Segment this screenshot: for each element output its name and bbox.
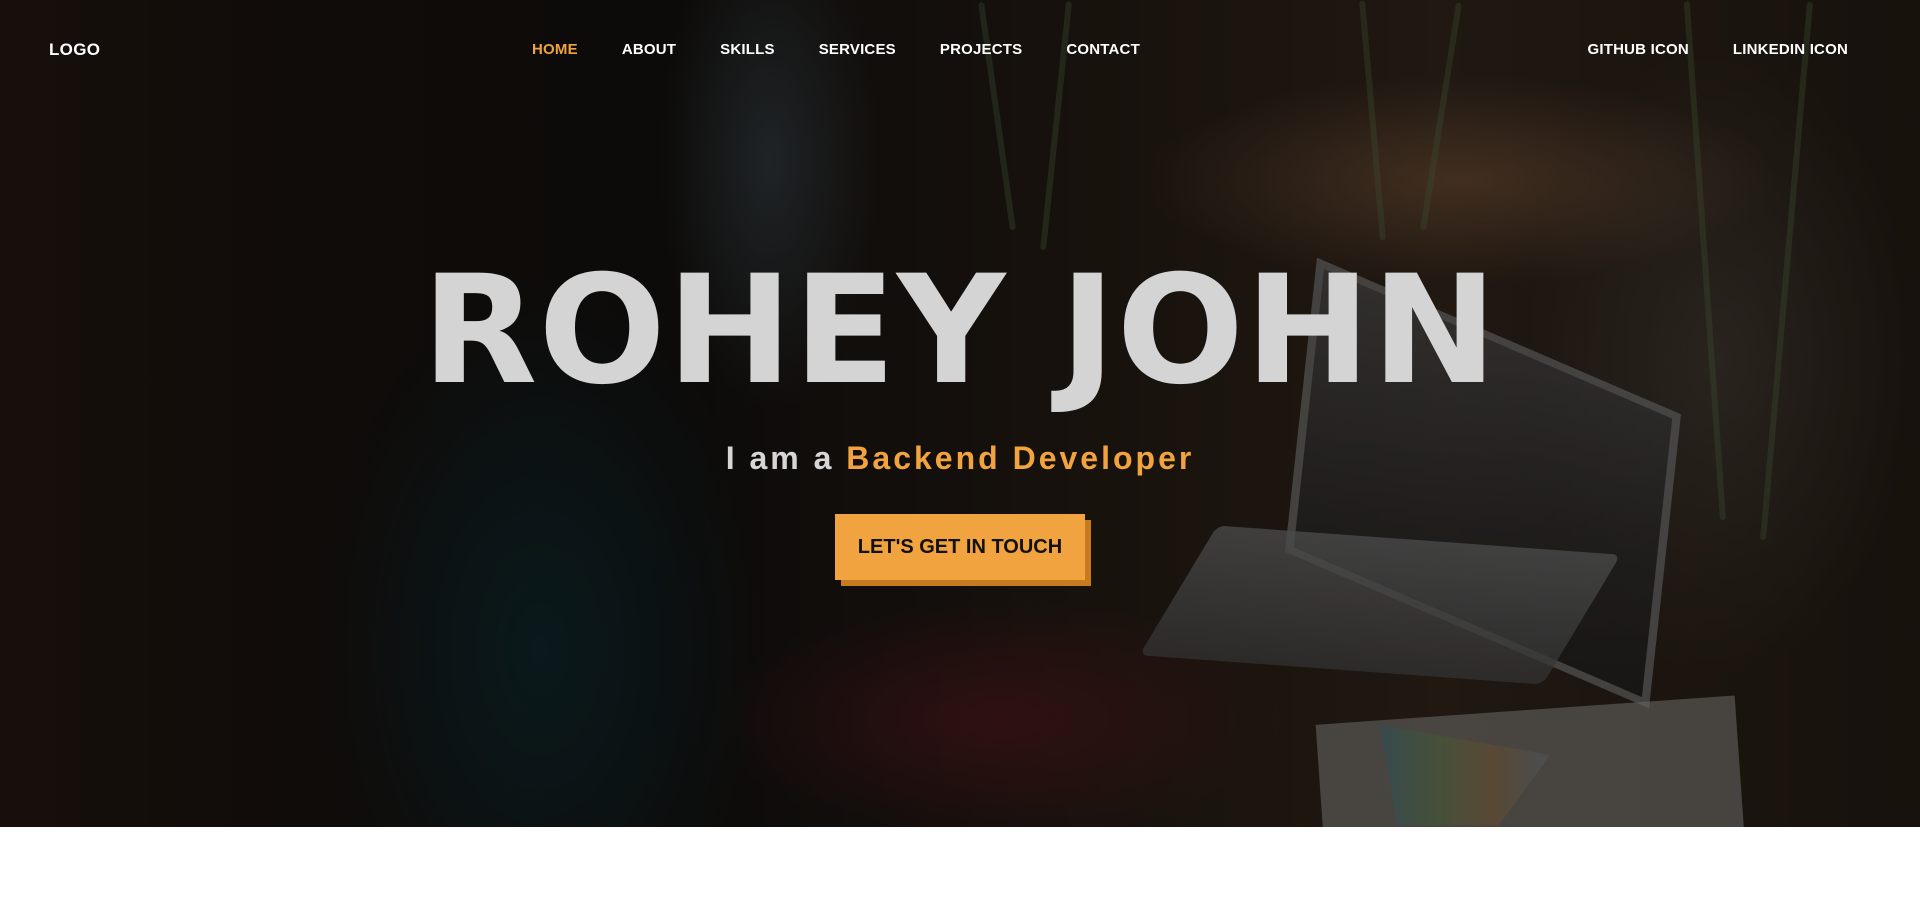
social-links: GITHUB ICON LINKEDIN ICON xyxy=(1544,41,1848,58)
nav-link-about[interactable]: ABOUT xyxy=(622,41,676,58)
hero-title: ROHEY JOHN xyxy=(421,244,1499,418)
page-content-below-hero xyxy=(0,827,1920,918)
hero-subtitle: I am a Backend Developer xyxy=(0,440,1920,477)
get-in-touch-button[interactable]: LET'S GET IN TOUCH xyxy=(835,514,1085,580)
hero-subtitle-prefix: I am a xyxy=(725,440,835,476)
linkedin-link[interactable]: LINKEDIN ICON xyxy=(1733,41,1848,58)
main-menu: HOME ABOUT SKILLS SERVICES PROJECTS CONT… xyxy=(532,41,1184,58)
hero-section: LOGO HOME ABOUT SKILLS SERVICES PROJECTS… xyxy=(0,0,1920,827)
nav-link-home[interactable]: HOME xyxy=(532,41,578,58)
nav-link-projects[interactable]: PROJECTS xyxy=(940,41,1022,58)
nav-link-contact[interactable]: CONTACT xyxy=(1066,41,1140,58)
nav-link-services[interactable]: SERVICES xyxy=(819,41,896,58)
top-navigation: LOGO HOME ABOUT SKILLS SERVICES PROJECTS… xyxy=(0,0,1920,100)
github-link[interactable]: GITHUB ICON xyxy=(1588,41,1689,58)
hero-subtitle-role: Backend Developer xyxy=(846,440,1195,476)
nav-link-skills[interactable]: SKILLS xyxy=(720,41,775,58)
site-logo[interactable]: LOGO xyxy=(49,40,100,60)
